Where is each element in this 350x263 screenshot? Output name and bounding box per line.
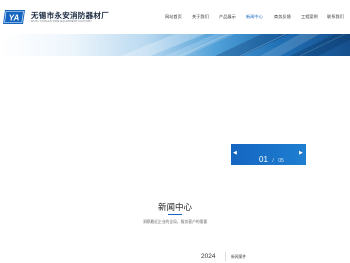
slide-separator: / xyxy=(272,158,274,164)
section-title-underline xyxy=(168,214,182,215)
page-banner xyxy=(0,34,350,56)
nav-item-products[interactable]: 产品展示 xyxy=(219,14,236,20)
section-title: 新闻中心 xyxy=(157,202,192,212)
banner-building-graphic xyxy=(120,34,350,56)
slide-current: 01 xyxy=(259,155,268,164)
nav-item-news[interactable]: 新闻中心 xyxy=(246,14,263,20)
nav-item-cases[interactable]: 工程案例 xyxy=(301,14,318,20)
nav-item-home[interactable]: 网站首页 xyxy=(165,14,182,20)
nav-item-contact[interactable]: 联系我们 xyxy=(327,14,344,20)
main-nav: 网站首页 关于我们 产品展示 新闻中心 商务反馈 工程案例 联系我们 xyxy=(0,14,350,22)
slide-counter: 01 / 05 xyxy=(259,149,284,167)
news-tab[interactable]: 新闻案件 xyxy=(231,255,246,260)
nav-item-feedback[interactable]: 商务反馈 xyxy=(274,14,291,20)
news-divider xyxy=(225,252,226,261)
slide-total: 05 xyxy=(278,158,284,164)
nav-item-about[interactable]: 关于我们 xyxy=(192,14,209,20)
section-subtitle: 洞察最近企业的全局，服务客户的需要 xyxy=(142,220,208,224)
arrow-left-icon[interactable]: ◀ xyxy=(233,150,237,156)
news-slider-panel: ◀ 01 / 05 ▶ xyxy=(231,144,306,165)
site-header: YA 无锡市永安消防器材厂 WUXI YONGAN FIRE EQUIPMENT… xyxy=(0,0,350,34)
news-year: 2024 xyxy=(201,253,216,260)
arrow-right-icon[interactable]: ▶ xyxy=(299,150,303,156)
